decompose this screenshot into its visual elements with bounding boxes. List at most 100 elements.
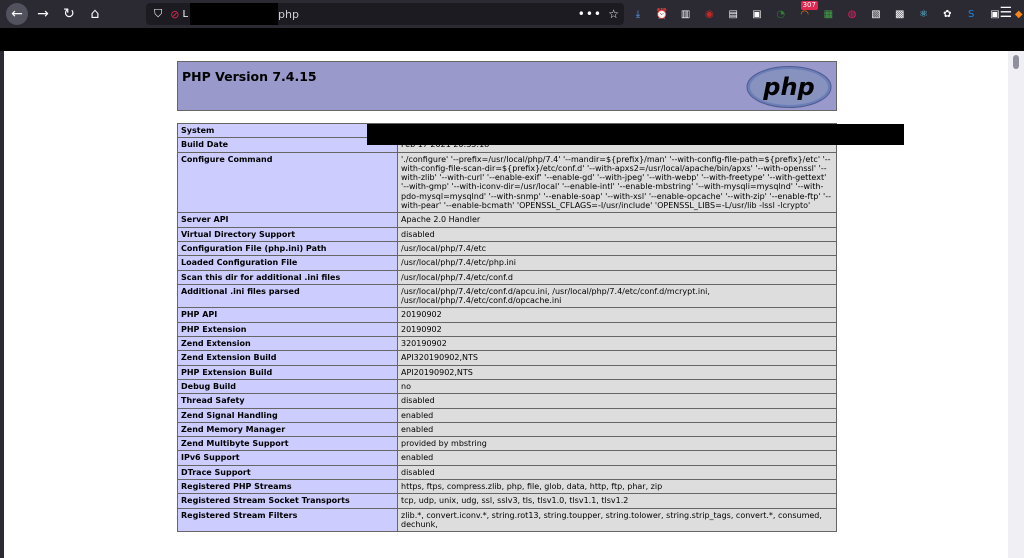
- arrow-right-icon: →: [37, 6, 49, 22]
- row-label: Scan this dir for additional .ini files: [177, 269, 398, 285]
- s-icon[interactable]: S: [963, 6, 979, 22]
- table-row: Additional .ini files parsed/usr/local/p…: [177, 283, 837, 309]
- table-row: Loaded Configuration File/usr/local/php/…: [177, 255, 837, 271]
- row-value: /usr/local/php/7.4/etc/conf.d: [397, 269, 837, 285]
- badge-count: 307: [800, 1, 818, 10]
- document-icon[interactable]: ▤: [725, 6, 741, 22]
- row-value: disabled: [397, 226, 837, 242]
- table-row: PHP Extension Build API20190902,NTS: [177, 364, 837, 380]
- library-icon[interactable]: ▥: [678, 6, 694, 22]
- row-value: /usr/local/php/7.4/etc/php.ini: [397, 255, 837, 271]
- row-label: PHP Extension: [177, 321, 398, 338]
- row-label: Registered Stream Socket Transports: [177, 493, 398, 509]
- svg-text:php: php: [762, 73, 814, 101]
- arrow-left-icon: ←: [11, 6, 23, 22]
- row-label: Thread Safety: [177, 393, 398, 409]
- download-icon[interactable]: ⤓: [630, 6, 646, 22]
- row-value: enabled: [397, 450, 837, 466]
- table-row: DTrace Support disabled: [177, 464, 837, 481]
- back-button[interactable]: ←: [6, 3, 28, 25]
- table-row: Scan this dir for additional .ini files /…: [177, 269, 837, 285]
- ublock-icon[interactable]: ◉: [701, 6, 717, 22]
- rss-icon[interactable]: ◠ 307: [797, 1, 818, 22]
- table-row: Zend Extension Build API320190902,NTS: [177, 350, 837, 366]
- row-label: Zend Extension Build: [177, 350, 398, 366]
- url-prefix: L: [182, 8, 189, 20]
- table-row: Zend Extension 320190902: [177, 336, 837, 352]
- hamburger-menu-icon[interactable]: ☰: [999, 5, 1012, 21]
- feed-icon[interactable]: ▦: [820, 6, 836, 22]
- row-value: disabled: [397, 464, 837, 481]
- row-value: no: [397, 378, 837, 395]
- row-value: 20190902: [397, 307, 837, 323]
- table-row: Debug Build no: [177, 378, 837, 395]
- row-label: Build Date: [177, 137, 398, 153]
- row-value: API320190902,NTS: [397, 350, 837, 366]
- row-label: Registered PHP Streams: [177, 479, 398, 495]
- row-label: Configuration File (php.ini) Path: [177, 240, 398, 257]
- row-value: https, ftps, compress.zlib, php, file, g…: [397, 479, 837, 495]
- table-row: Registered PHP Streams https, ftps, compr…: [177, 479, 837, 495]
- page-viewport: PHP Version 7.4.15 php SystemBuild DateF…: [4, 51, 1008, 558]
- gear-icon[interactable]: ✿: [939, 6, 955, 22]
- row-label: Registered Stream Filters: [177, 507, 398, 533]
- bookmark-icon[interactable]: ▧: [868, 6, 884, 22]
- table-row: Configure Command './configure' '--prefix…: [177, 151, 837, 214]
- table-row: PHP Extension 20190902: [177, 321, 837, 338]
- insecure-lock-icon[interactable]: ⊘: [170, 8, 179, 21]
- table-row: Thread Safety disabled: [177, 393, 837, 409]
- grid-icon[interactable]: ▩: [892, 6, 908, 22]
- redacted-system-value: [367, 124, 904, 145]
- url-bar[interactable]: ⛉ ⊘ L php ••• ☆: [146, 3, 624, 25]
- table-row: Registered Stream Socket Transports tcp, …: [177, 493, 837, 509]
- row-value: provided by mbstring: [397, 436, 837, 452]
- page-title: PHP Version 7.4.15: [182, 69, 317, 84]
- home-icon: ⌂: [90, 6, 100, 22]
- browser-toolbar: ← → ↻ ⌂ ⛉ ⊘ L php ••• ☆ ⤓ ⏰ ▥ ◉ ▤ ▣ ◔ ◠ 307 ▦ ◍ ▧ ▩ ⚛…: [0, 0, 1024, 28]
- image-icon[interactable]: ▣: [749, 6, 765, 22]
- row-value: enabled: [397, 421, 837, 438]
- row-label: PHP Extension Build: [177, 364, 398, 380]
- redacted-band: [0, 28, 1024, 51]
- metamask-icon[interactable]: ◆: [1011, 6, 1024, 22]
- scrollbar-thumb[interactable]: [1013, 55, 1019, 69]
- screen-icon[interactable]: ◍: [844, 6, 860, 22]
- row-value: /usr/local/php/7.4/etc/conf.d/apcu.ini, …: [397, 283, 837, 309]
- table-row: Registered Stream Filters zlib.*, convert…: [177, 507, 837, 533]
- page-actions-button[interactable]: •••: [578, 7, 602, 21]
- forward-button[interactable]: →: [32, 3, 54, 25]
- table-row: Server API Apache 2.0 Handler: [177, 212, 837, 228]
- row-value: /usr/local/php/7.4/etc: [397, 240, 837, 257]
- table-row: PHP API 20190902: [177, 307, 837, 323]
- row-value: './configure' '--prefix=/usr/local/php/7…: [397, 151, 837, 214]
- row-label: DTrace Support: [177, 464, 398, 481]
- react-icon[interactable]: ⚛: [916, 6, 932, 22]
- url-suffix: php: [278, 7, 299, 21]
- home-button[interactable]: ⌂: [84, 3, 106, 25]
- reload-button[interactable]: ↻: [58, 3, 80, 25]
- shield-icon[interactable]: ⛉: [154, 7, 162, 21]
- row-value: zlib.*, convert.iconv.*, string.rot13, s…: [397, 507, 837, 533]
- redacted-url: [190, 3, 279, 25]
- php-logo-icon: php: [746, 66, 832, 108]
- scrollbar[interactable]: [1008, 51, 1024, 558]
- table-row: Virtual Directory Support disabled: [177, 226, 837, 242]
- row-value: enabled: [397, 407, 837, 423]
- reload-icon: ↻: [63, 6, 75, 22]
- php-header: PHP Version 7.4.15 php: [177, 61, 837, 111]
- timer-icon[interactable]: ◔: [773, 6, 789, 22]
- row-label: IPv6 Support: [177, 450, 398, 466]
- row-label: Zend Signal Handling: [177, 407, 398, 423]
- row-label: Debug Build: [177, 378, 398, 395]
- row-value: 320190902: [397, 336, 837, 352]
- row-label: Configure Command: [177, 151, 398, 214]
- table-row: Zend Signal Handling enabled: [177, 407, 837, 423]
- row-label: Loaded Configuration File: [177, 255, 398, 271]
- row-label: System: [177, 122, 398, 139]
- row-value: disabled: [397, 393, 837, 409]
- bookmark-star-icon[interactable]: ☆: [608, 7, 619, 21]
- row-value: Apache 2.0 Handler: [397, 212, 837, 228]
- alarm-icon[interactable]: ⏰: [654, 6, 670, 22]
- extension-toolbar: ⤓ ⏰ ▥ ◉ ▤ ▣ ◔ ◠ 307 ▦ ◍ ▧ ▩ ⚛ ✿ S ▣ ◆: [630, 1, 1024, 24]
- row-label: Zend Memory Manager: [177, 421, 398, 438]
